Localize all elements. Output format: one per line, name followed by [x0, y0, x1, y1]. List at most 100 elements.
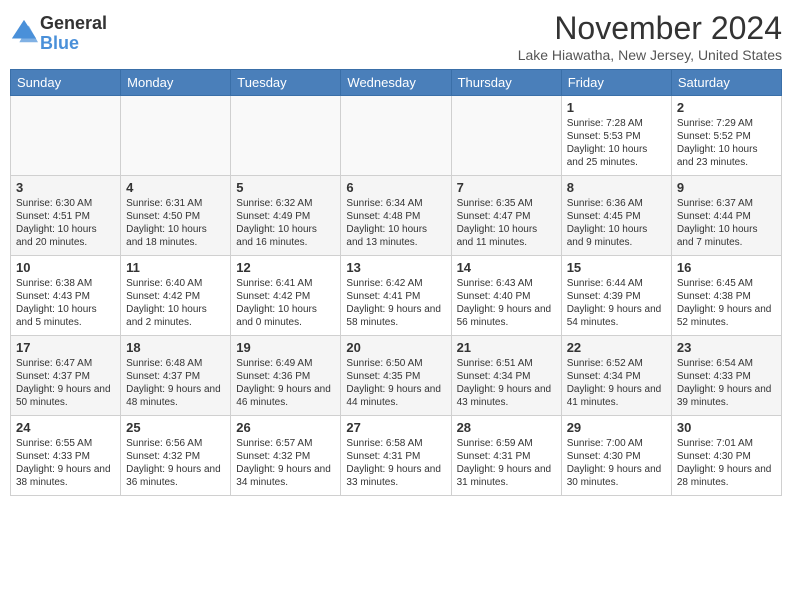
- calendar-cell: 1Sunrise: 7:28 AMSunset: 5:53 PMDaylight…: [561, 96, 671, 176]
- calendar-cell: 19Sunrise: 6:49 AMSunset: 4:36 PMDayligh…: [231, 336, 341, 416]
- day-number: 25: [126, 420, 225, 435]
- calendar-cell: [11, 96, 121, 176]
- day-number: 22: [567, 340, 666, 355]
- header-cell-wednesday: Wednesday: [341, 70, 451, 96]
- day-info: Sunset: 4:37 PM: [126, 370, 225, 383]
- day-info: Daylight: 9 hours and 36 minutes.: [126, 463, 225, 489]
- day-info: Sunset: 4:32 PM: [236, 450, 335, 463]
- day-info: Sunrise: 6:47 AM: [16, 357, 115, 370]
- day-info: Sunrise: 7:29 AM: [677, 117, 776, 130]
- day-info: Sunset: 4:42 PM: [236, 290, 335, 303]
- day-info: Sunrise: 6:57 AM: [236, 437, 335, 450]
- day-number: 17: [16, 340, 115, 355]
- day-info: Sunset: 4:33 PM: [16, 450, 115, 463]
- calendar-cell: 30Sunrise: 7:01 AMSunset: 4:30 PMDayligh…: [671, 416, 781, 496]
- week-row-4: 17Sunrise: 6:47 AMSunset: 4:37 PMDayligh…: [11, 336, 782, 416]
- header-cell-monday: Monday: [121, 70, 231, 96]
- day-info: Sunrise: 6:48 AM: [126, 357, 225, 370]
- day-info: Sunset: 4:43 PM: [16, 290, 115, 303]
- day-info: Daylight: 9 hours and 46 minutes.: [236, 383, 335, 409]
- calendar-cell: 21Sunrise: 6:51 AMSunset: 4:34 PMDayligh…: [451, 336, 561, 416]
- day-number: 16: [677, 260, 776, 275]
- calendar-cell: 4Sunrise: 6:31 AMSunset: 4:50 PMDaylight…: [121, 176, 231, 256]
- day-number: 20: [346, 340, 445, 355]
- day-info: Daylight: 10 hours and 9 minutes.: [567, 223, 666, 249]
- day-info: Daylight: 9 hours and 48 minutes.: [126, 383, 225, 409]
- day-info: Sunrise: 6:52 AM: [567, 357, 666, 370]
- day-number: 4: [126, 180, 225, 195]
- calendar-cell: 17 Sunrise: 6:47 AMSunset: 4:37 PMDayligh…: [11, 336, 121, 416]
- month-title: November 2024: [518, 10, 782, 47]
- calendar-cell: 29Sunrise: 7:00 AMSunset: 4:30 PMDayligh…: [561, 416, 671, 496]
- calendar-cell: 10Sunrise: 6:38 AMSunset: 4:43 PMDayligh…: [11, 256, 121, 336]
- day-number: 12: [236, 260, 335, 275]
- day-info: Sunrise: 6:36 AM: [567, 197, 666, 210]
- day-info: Daylight: 9 hours and 52 minutes.: [677, 303, 776, 329]
- calendar-cell: 20Sunrise: 6:50 AMSunset: 4:35 PMDayligh…: [341, 336, 451, 416]
- header-cell-tuesday: Tuesday: [231, 70, 341, 96]
- calendar-cell: 8Sunrise: 6:36 AMSunset: 4:45 PMDaylight…: [561, 176, 671, 256]
- day-info: Sunrise: 6:31 AM: [126, 197, 225, 210]
- day-info: Daylight: 10 hours and 25 minutes.: [567, 143, 666, 169]
- day-number: 19: [236, 340, 335, 355]
- calendar-cell: 27Sunrise: 6:58 AMSunset: 4:31 PMDayligh…: [341, 416, 451, 496]
- calendar-cell: [341, 96, 451, 176]
- day-number: 9: [677, 180, 776, 195]
- day-info: Daylight: 9 hours and 31 minutes.: [457, 463, 556, 489]
- day-info: Sunset: 4:42 PM: [126, 290, 225, 303]
- day-info: Sunrise: 6:59 AM: [457, 437, 556, 450]
- day-info: Sunset: 4:49 PM: [236, 210, 335, 223]
- calendar-table: SundayMondayTuesdayWednesdayThursdayFrid…: [10, 69, 782, 496]
- day-info: Sunrise: 6:35 AM: [457, 197, 556, 210]
- day-info: Sunset: 4:30 PM: [567, 450, 666, 463]
- day-number: 1: [567, 100, 666, 115]
- day-info: Sunrise: 6:45 AM: [677, 277, 776, 290]
- day-info: Sunset: 4:45 PM: [567, 210, 666, 223]
- day-number: 5: [236, 180, 335, 195]
- day-number: 11: [126, 260, 225, 275]
- week-row-5: 24Sunrise: 6:55 AMSunset: 4:33 PMDayligh…: [11, 416, 782, 496]
- day-info: Sunrise: 6:32 AM: [236, 197, 335, 210]
- calendar-cell: 6Sunrise: 6:34 AMSunset: 4:48 PMDaylight…: [341, 176, 451, 256]
- week-row-1: 1Sunrise: 7:28 AMSunset: 5:53 PMDaylight…: [11, 96, 782, 176]
- day-info: Daylight: 9 hours and 28 minutes.: [677, 463, 776, 489]
- day-info: Sunset: 4:37 PM: [16, 370, 115, 383]
- day-number: 18: [126, 340, 225, 355]
- day-info: Daylight: 9 hours and 33 minutes.: [346, 463, 445, 489]
- calendar-cell: 26Sunrise: 6:57 AMSunset: 4:32 PMDayligh…: [231, 416, 341, 496]
- day-info: Sunset: 4:48 PM: [346, 210, 445, 223]
- title-area: November 2024 Lake Hiawatha, New Jersey,…: [518, 10, 782, 63]
- day-number: 23: [677, 340, 776, 355]
- day-info: Sunrise: 6:30 AM: [16, 197, 115, 210]
- day-info: Sunset: 4:40 PM: [457, 290, 556, 303]
- day-info: Sunrise: 6:41 AM: [236, 277, 335, 290]
- day-info: Sunrise: 6:49 AM: [236, 357, 335, 370]
- day-info: Daylight: 10 hours and 18 minutes.: [126, 223, 225, 249]
- day-info: Daylight: 10 hours and 23 minutes.: [677, 143, 776, 169]
- day-info: Daylight: 10 hours and 5 minutes.: [16, 303, 115, 329]
- day-info: Daylight: 10 hours and 7 minutes.: [677, 223, 776, 249]
- day-info: Sunset: 4:33 PM: [677, 370, 776, 383]
- day-info: Daylight: 10 hours and 11 minutes.: [457, 223, 556, 249]
- day-info: Daylight: 10 hours and 20 minutes.: [16, 223, 115, 249]
- day-info: Sunset: 4:32 PM: [126, 450, 225, 463]
- day-info: Daylight: 9 hours and 50 minutes.: [16, 383, 115, 409]
- day-info: Daylight: 9 hours and 58 minutes.: [346, 303, 445, 329]
- calendar-cell: 12Sunrise: 6:41 AMSunset: 4:42 PMDayligh…: [231, 256, 341, 336]
- day-info: Daylight: 9 hours and 43 minutes.: [457, 383, 556, 409]
- day-info: Daylight: 9 hours and 34 minutes.: [236, 463, 335, 489]
- calendar-cell: 24Sunrise: 6:55 AMSunset: 4:33 PMDayligh…: [11, 416, 121, 496]
- day-number: 13: [346, 260, 445, 275]
- calendar-cell: 16Sunrise: 6:45 AMSunset: 4:38 PMDayligh…: [671, 256, 781, 336]
- day-info: Sunrise: 6:38 AM: [16, 277, 115, 290]
- day-info: Sunrise: 6:37 AM: [677, 197, 776, 210]
- header: General Blue November 2024 Lake Hiawatha…: [10, 10, 782, 63]
- calendar-cell: 2Sunrise: 7:29 AMSunset: 5:52 PMDaylight…: [671, 96, 781, 176]
- day-info: Sunset: 4:39 PM: [567, 290, 666, 303]
- day-info: Sunrise: 6:34 AM: [346, 197, 445, 210]
- day-info: Sunrise: 6:51 AM: [457, 357, 556, 370]
- day-info: Daylight: 9 hours and 56 minutes.: [457, 303, 556, 329]
- day-info: Sunset: 4:44 PM: [677, 210, 776, 223]
- day-info: Sunrise: 7:01 AM: [677, 437, 776, 450]
- day-info: Daylight: 10 hours and 2 minutes.: [126, 303, 225, 329]
